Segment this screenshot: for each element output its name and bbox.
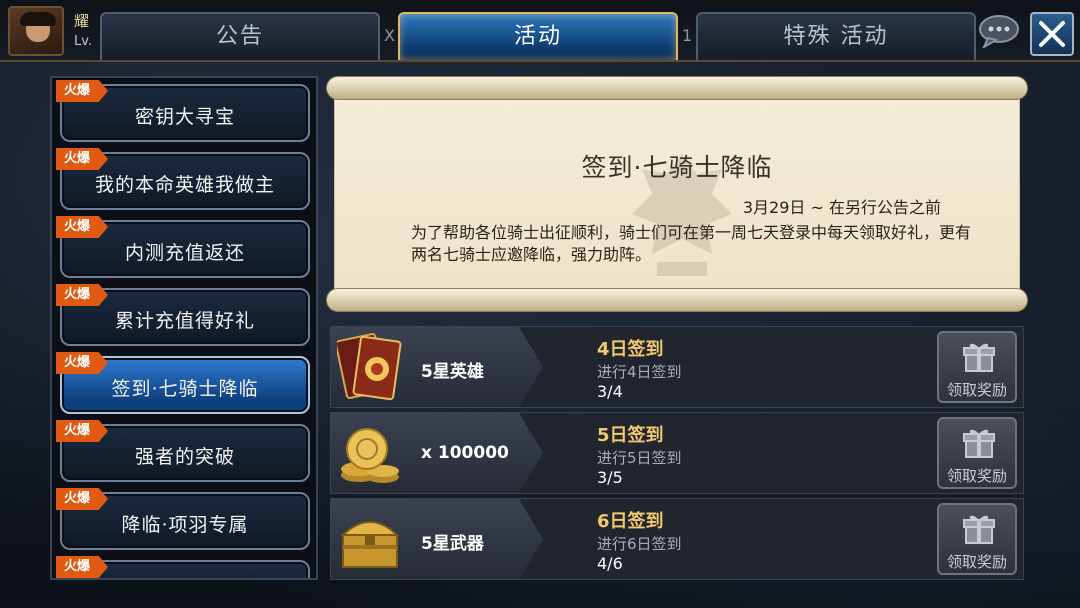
event-item-hero-choice[interactable]: 火爆 我的本命英雄我做主 [56, 148, 310, 210]
tab-label: 公告 [215, 24, 264, 49]
reward-subtitle: 进行5日签到 [597, 449, 682, 467]
scroll-rod-bottom [326, 288, 1028, 312]
event-date: 3月29日 ~ 在另行公告之前 [742, 198, 941, 217]
reward-name: 5星英雄 [421, 362, 484, 382]
event-item-cumulative-recharge[interactable]: 火爆 累计充值得好礼 [56, 284, 310, 346]
reward-name: x 100000 [421, 443, 509, 463]
top-bar: 耀 Lv. 公告 X 活动 1 特殊 活动 [0, 0, 1080, 62]
reward-progress: 3/5 [597, 468, 623, 487]
reward-progress: 3/4 [597, 382, 623, 401]
tab-events[interactable]: 活动 [398, 12, 678, 60]
tab-label: 特殊 活动 [783, 24, 889, 49]
reward-row: 5星英雄 4日签到 进行4日签到 3/4 领取奖励 [330, 326, 1024, 408]
claim-reward-button[interactable]: 领取奖励 [937, 503, 1017, 575]
reward-item-panel: 5星武器 [331, 499, 543, 579]
claim-label: 领取奖励 [946, 381, 1007, 399]
gift-box-icon [963, 429, 995, 458]
claim-label: 领取奖励 [946, 553, 1007, 571]
reward-title: 6日签到 [597, 511, 664, 532]
hot-badge: 火爆 [56, 284, 108, 306]
tab-announcement[interactable]: 公告 [100, 12, 380, 60]
event-detail-scroll: 签到·七骑士降临 3月29日 ~ 在另行公告之前 为了帮助各位骑士出征顺利，骑士… [326, 76, 1028, 312]
event-list[interactable]: 火爆 密钥大寻宝 火爆 我的本命英雄我做主 火爆 内测充值返还 火爆 累计充值得… [50, 76, 318, 580]
tab-special-events[interactable]: 特殊 活动 [696, 12, 976, 60]
hot-badge: 火爆 [56, 216, 108, 238]
event-label: 内测充值返还 [124, 242, 245, 264]
close-button[interactable] [1030, 12, 1074, 56]
gift-box-icon [963, 515, 995, 544]
gift-box-icon [963, 343, 995, 372]
reward-name: 5星武器 [421, 534, 484, 554]
hot-badge: 火爆 [56, 556, 108, 578]
player-level: Lv. [74, 34, 93, 49]
claim-reward-button[interactable]: 领取奖励 [937, 417, 1017, 489]
reward-list: 5星英雄 4日签到 进行4日签到 3/4 领取奖励 x 100000 5日签到 … [326, 320, 1028, 580]
close-icon [1039, 21, 1065, 47]
scroll-rod-top [326, 76, 1028, 100]
hot-badge: 火爆 [56, 352, 108, 374]
gold-coins-icon [341, 428, 399, 483]
tab-label: 活动 [513, 24, 562, 49]
hot-badge: 火爆 [56, 148, 108, 170]
reward-progress: 4/6 [597, 554, 623, 573]
reward-title: 4日签到 [597, 339, 664, 360]
hot-badge: 火爆 [56, 420, 108, 442]
event-item-breakthrough[interactable]: 火爆 强者的突破 [56, 420, 310, 482]
reward-item-panel: x 100000 [331, 413, 543, 493]
event-item-xiang-yu[interactable]: 火爆 降临·项羽专属 [56, 488, 310, 550]
event-item-partial[interactable]: 火爆 [56, 556, 310, 578]
player-name: 耀 [74, 12, 90, 30]
scroll-paper: 签到·七骑士降临 3月29日 ~ 在另行公告之前 为了帮助各位骑士出征顺利，骑士… [334, 96, 1020, 292]
player-avatar[interactable] [8, 6, 64, 56]
reward-subtitle: 进行6日签到 [597, 535, 682, 553]
event-item-recharge-refund[interactable]: 火爆 内测充值返还 [56, 216, 310, 278]
event-label: 降临·项羽专属 [121, 514, 249, 536]
hero-card-icon [337, 333, 402, 401]
reward-title: 5日签到 [597, 425, 664, 446]
event-item-key-treasure[interactable]: 火爆 密钥大寻宝 [56, 80, 310, 142]
treasure-chest-icon [340, 521, 400, 568]
tab-separator: 1 [682, 26, 693, 45]
claim-label: 领取奖励 [946, 467, 1007, 485]
event-item-signin-seven-knights[interactable]: 火爆 签到·七骑士降临 [56, 352, 310, 414]
chat-bubble-icon[interactable] [978, 14, 1020, 48]
event-label: 累计充值得好礼 [114, 310, 255, 332]
event-label: 签到·七骑士降临 [111, 378, 259, 400]
reward-subtitle: 进行4日签到 [597, 363, 682, 381]
reward-item-panel: 5星英雄 [331, 327, 543, 407]
event-description: 为了帮助各位骑士出征顺利，骑士们可在第一周七天登录中每天领取好礼，更有两名七骑士… [411, 223, 972, 264]
claim-reward-button[interactable]: 领取奖励 [937, 331, 1017, 403]
event-label: 我的本命英雄我做主 [94, 174, 275, 196]
event-title: 签到·七骑士降临 [581, 153, 773, 182]
hot-badge: 火爆 [56, 80, 108, 102]
hot-badge: 火爆 [56, 488, 108, 510]
reward-row: x 100000 5日签到 进行5日签到 3/5 领取奖励 [330, 412, 1024, 494]
event-label: 强者的突破 [134, 446, 235, 468]
reward-row: 5星武器 6日签到 进行6日签到 4/6 领取奖励 [330, 498, 1024, 580]
event-label: 密钥大寻宝 [134, 106, 235, 128]
tab-separator: X [384, 26, 395, 45]
